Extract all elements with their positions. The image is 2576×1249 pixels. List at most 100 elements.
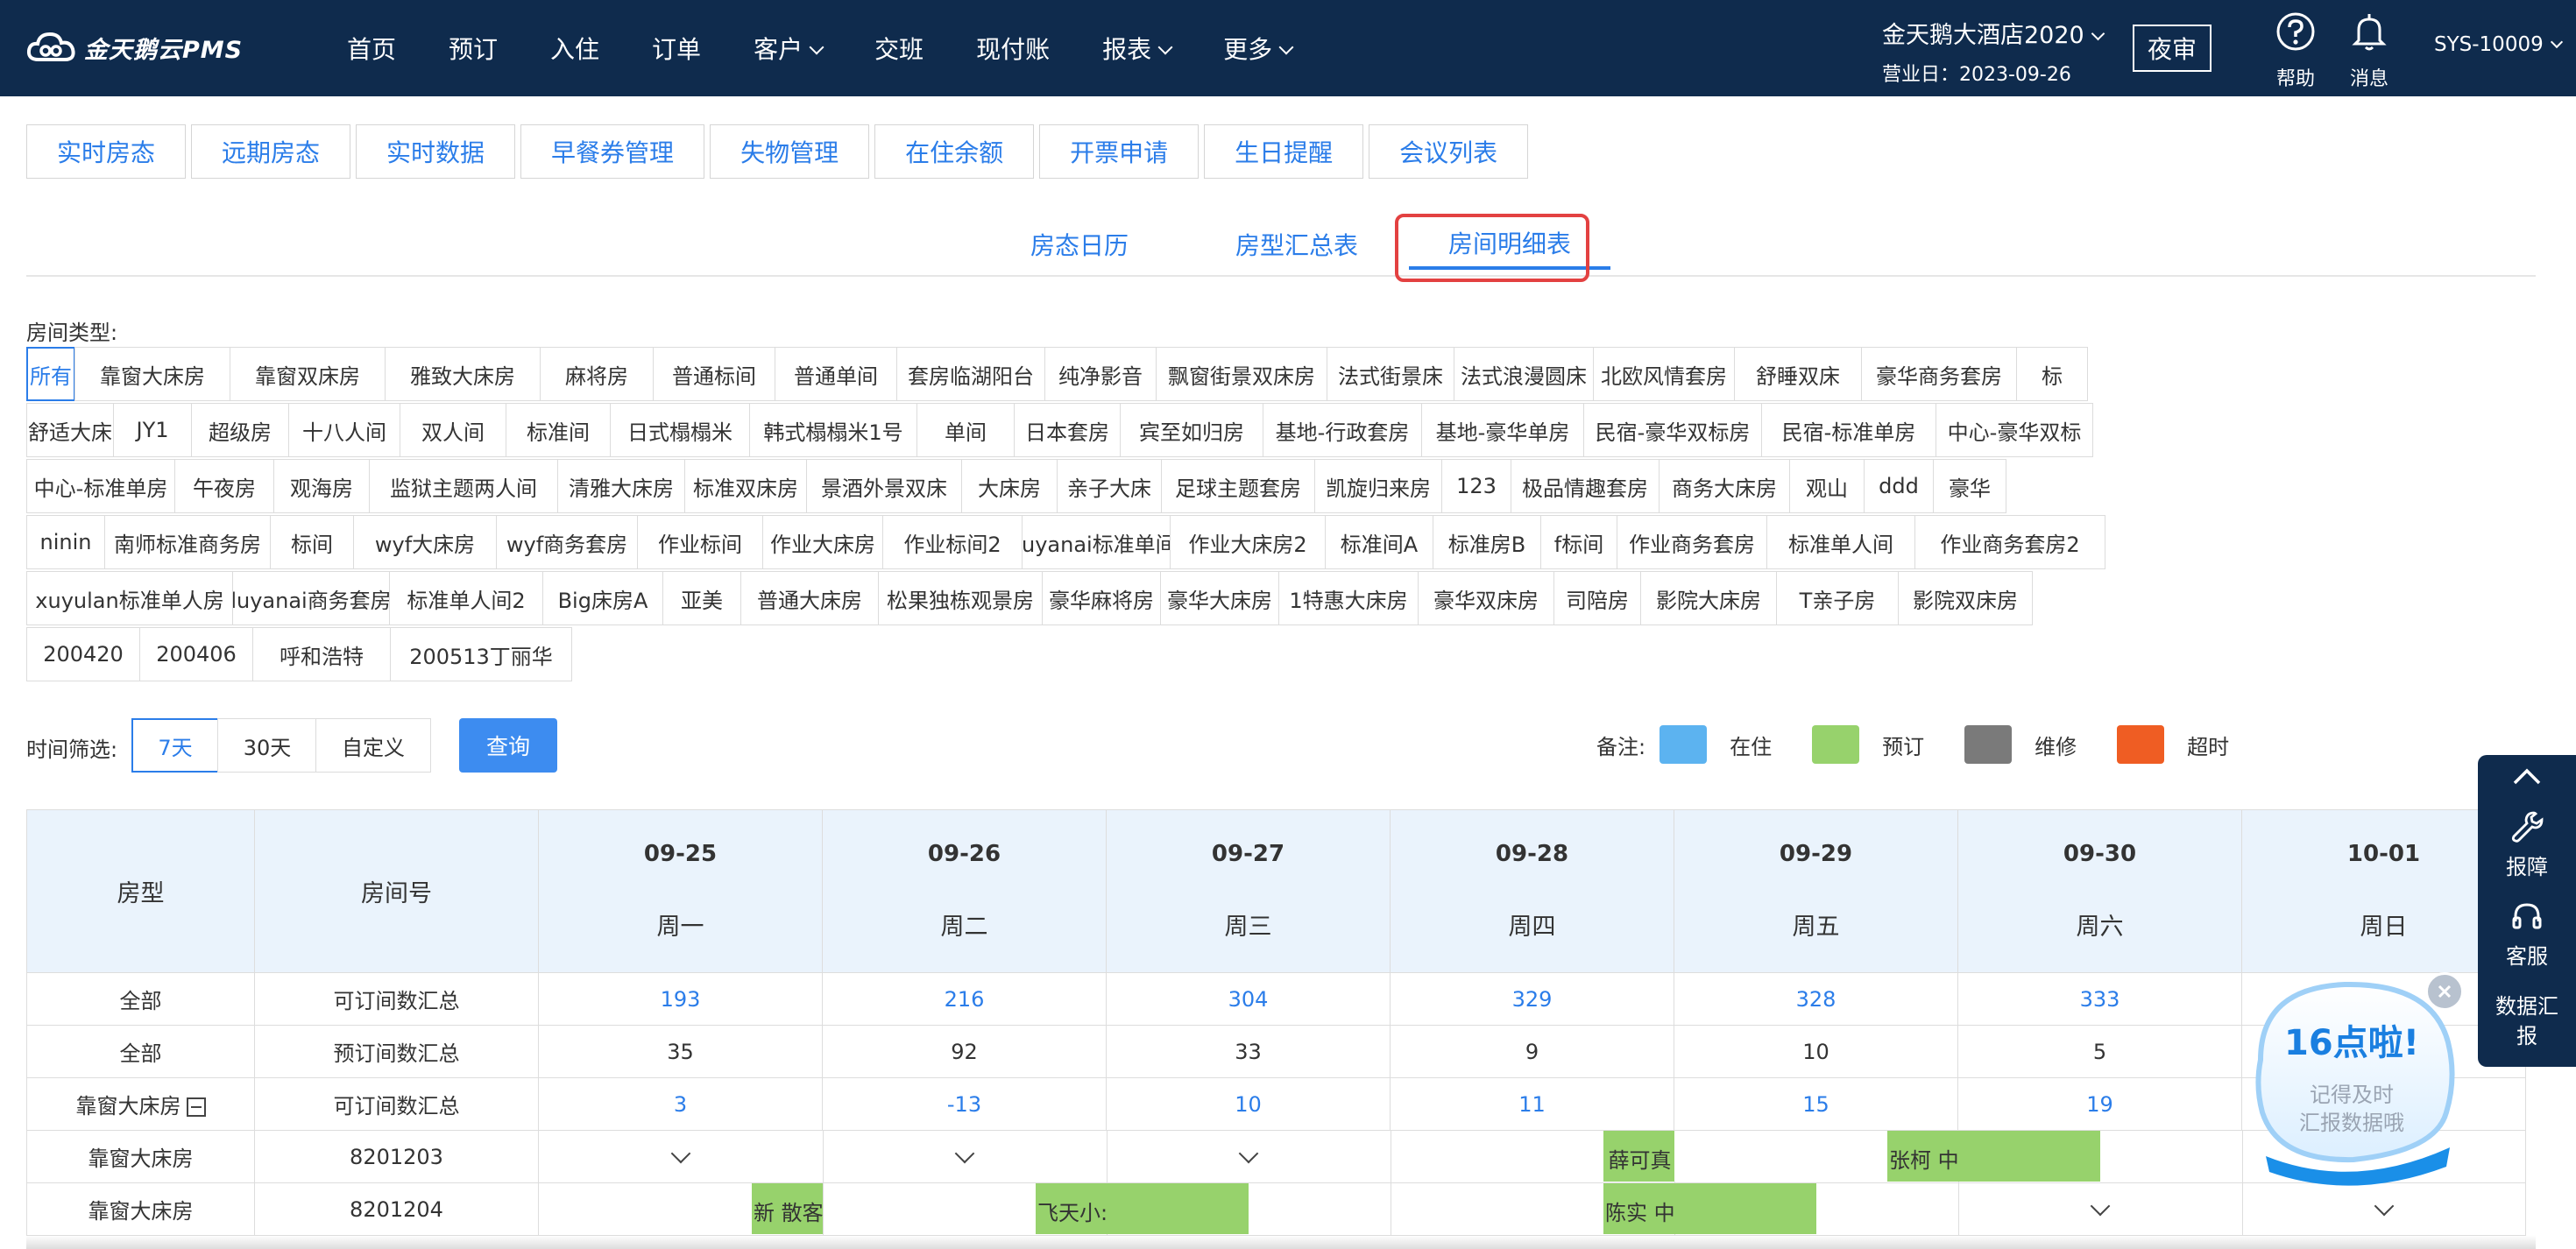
room-type-chip[interactable]: 标准单人间 [1766,515,1915,569]
booking-block[interactable] [1107,1183,1249,1234]
room-type-chip[interactable]: 套房临湖阳台 [896,347,1045,401]
summary-value-cell[interactable]: -13 [822,1077,1107,1131]
room-type-chip[interactable]: 影院双床房 [1898,571,2033,625]
booking-block[interactable] [1674,1131,1887,1182]
room-type-chip[interactable]: 所有 [26,347,75,401]
close-toast-button[interactable] [2425,972,2464,1011]
room-type-chip[interactable]: 观海房 [273,459,370,513]
room-type-chip[interactable]: 标间 [270,515,354,569]
room-type-chip[interactable]: 1特惠大床房 [1278,571,1419,625]
room-type-chip[interactable]: 午夜房 [174,459,274,513]
room-type-chip[interactable]: 飘窗街景双床房 [1156,347,1327,401]
collapse-panel-button[interactable] [2478,764,2576,795]
room-type-chip[interactable]: JY1 [113,403,192,457]
chevron-down-icon[interactable] [954,1143,975,1164]
room-type-chip[interactable]: 舒适大床 [26,403,114,457]
time-range-0[interactable]: 7天 [131,718,219,773]
room-type-chip[interactable]: wyf商务套房 [496,515,638,569]
room-type-chip[interactable]: luyanai标准单间 [1022,515,1171,569]
nav-item-6[interactable]: 现付账 [950,31,1076,66]
room-type-chip[interactable]: xuyulan标准单人房 [26,571,233,625]
nav-item-0[interactable]: 首页 [321,31,422,66]
room-type-chip[interactable]: 亲子大床 [1057,459,1162,513]
room-type-chip[interactable]: 标准单人间2 [389,571,543,625]
room-type-chip[interactable]: 大床房 [961,459,1058,513]
room-type-chip[interactable]: 作业商务套房 [1617,515,1767,569]
room-type-chip[interactable]: 影院大床房 [1640,571,1777,625]
night-audit-button[interactable]: 夜审 [2133,25,2212,72]
func-tab-7[interactable]: 生日提醒 [1204,124,1364,179]
room-type-chip[interactable]: 基地-豪华单房 [1421,403,1584,457]
summary-value-cell[interactable]: 10 [1106,1077,1391,1131]
func-tab-8[interactable]: 会议列表 [1369,124,1529,179]
chevron-down-icon[interactable] [670,1143,691,1164]
func-tab-3[interactable]: 早餐券管理 [520,124,705,179]
room-type-chip[interactable]: 宾至如归房 [1120,403,1263,457]
help-button[interactable]: 帮助 [2261,11,2331,91]
room-type-chip[interactable]: 双人间 [400,403,506,457]
view-tab-0[interactable]: 房态日历 [992,219,1167,270]
booking-block[interactable] [1674,1183,1816,1234]
summary-value-cell[interactable]: 216 [822,972,1107,1026]
room-type-chip[interactable]: Big床房A [542,571,663,625]
room-type-chip[interactable]: 标准双床房 [684,459,807,513]
room-type-chip[interactable]: 标准房B [1433,515,1541,569]
room-type-chip[interactable]: 作业大床房 [762,515,883,569]
nav-item-2[interactable]: 入住 [524,31,626,66]
room-type-chip[interactable]: 豪华大床房 [1160,571,1279,625]
func-tab-1[interactable]: 远期房态 [191,124,351,179]
chevron-down-icon[interactable] [2374,1196,2395,1217]
room-type-chip[interactable]: 作业标间 [637,515,763,569]
chevron-down-icon[interactable] [2090,1196,2111,1217]
room-type-chip[interactable]: 民宿-豪华双标房 [1583,403,1762,457]
summary-value-cell[interactable]: 3 [538,1077,823,1131]
room-type-chip[interactable]: 日式榻榻米 [610,403,750,457]
room-type-chip[interactable]: 作业标间2 [882,515,1023,569]
chevron-down-icon[interactable] [1238,1143,1259,1164]
room-type-chip[interactable]: 200406 [139,627,253,681]
nav-item-1[interactable]: 预订 [422,31,524,66]
room-type-chip[interactable]: 普通单间 [775,347,897,401]
room-type-chip[interactable]: 作业大床房2 [1170,515,1326,569]
room-type-chip[interactable]: f标间 [1540,515,1617,569]
room-type-chip[interactable]: 十八人间 [288,403,400,457]
room-type-chip[interactable]: 标准间A [1325,515,1433,569]
func-tab-0[interactable]: 实时房态 [26,124,187,179]
summary-value-cell[interactable]: 11 [1390,1077,1674,1131]
collapse-icon[interactable] [186,1097,206,1117]
room-timeline-cell[interactable]: 薛可真 张柯 中 [538,1130,2526,1183]
room-type-chip[interactable]: 靠窗大床房 [74,347,230,401]
room-type-chip[interactable]: 纯净影音 [1044,347,1157,401]
room-type-chip[interactable]: 日本套房 [1014,403,1121,457]
room-number-cell[interactable]: 8201203 [254,1130,539,1183]
room-type-chip[interactable]: 北欧风情套房 [1593,347,1735,401]
room-type-chip[interactable]: ninin [26,515,105,569]
query-button[interactable]: 查询 [459,718,557,773]
room-type-chip[interactable]: luyanai商务套房 [232,571,390,625]
room-type-chip[interactable]: T亲子房 [1776,571,1899,625]
room-type-chip[interactable]: 舒睡双床 [1734,347,1862,401]
func-tab-5[interactable]: 在住余额 [874,124,1035,179]
room-type-chip[interactable]: 足球主题套房 [1161,459,1315,513]
summary-value-cell[interactable]: 19 [1957,1077,2242,1131]
room-number-cell[interactable]: 8201204 [254,1182,539,1236]
nav-item-4[interactable]: 客户 [727,31,848,66]
user-menu[interactable]: SYS-10009 [2434,33,2563,56]
room-type-chip[interactable]: 豪华麻将房 [1042,571,1161,625]
hotel-selector[interactable]: 金天鹅大酒店2020 营业日：2023-09-26 [1882,16,2105,87]
room-type-chip[interactable]: 法式浪漫圆床 [1454,347,1594,401]
room-type-chip[interactable]: 观山 [1789,459,1865,513]
room-type-chip[interactable]: 南师标准商务房 [104,515,271,569]
room-type-chip[interactable]: 单间 [916,403,1015,457]
room-type-chip[interactable]: ddd [1864,459,1934,513]
room-type-chip[interactable]: 亚美 [662,571,741,625]
room-type-chip[interactable]: 标准间 [506,403,611,457]
room-type-chip[interactable]: 超级房 [191,403,289,457]
nav-item-3[interactable]: 订单 [626,31,727,66]
summary-value-cell[interactable]: 304 [1106,972,1391,1026]
room-type-chip[interactable]: 作业商务套房2 [1914,515,2105,569]
data-report-button[interactable]: 数据汇报 [2478,991,2576,1051]
room-type-chip[interactable]: 豪华 [1933,459,2006,513]
room-type-chip[interactable]: 普通标间 [653,347,775,401]
nav-item-5[interactable]: 交班 [848,31,950,66]
